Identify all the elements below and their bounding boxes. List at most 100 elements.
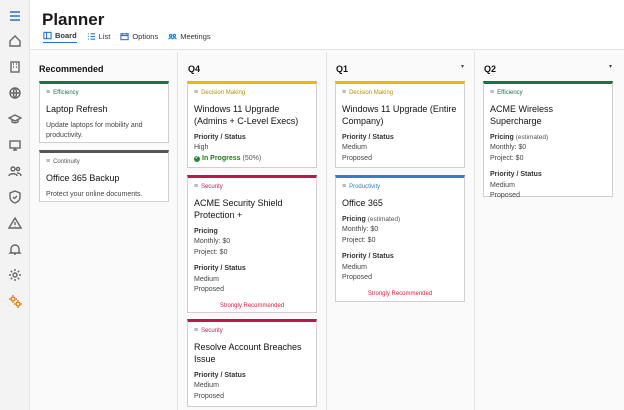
building-icon[interactable] — [7, 59, 23, 75]
pricing-project: Project: $0 — [194, 248, 228, 256]
drag-handle-icon: ≡ — [46, 158, 51, 165]
status-in-progress: ✓ In Progress (50%) — [194, 154, 262, 163]
card-laptop-refresh[interactable]: ≡ Efficiency Laptop Refresh Update laptop… — [39, 81, 169, 143]
category-tag: ≡ Decision Making — [342, 88, 458, 99]
card-acme-wireless-supercharge[interactable]: ≡ Efficiency ACME Wireless Supercharge Pr… — [483, 81, 613, 199]
card-title: Resolve Account Breaches Issue — [194, 341, 302, 364]
pricing-monthly: Monthly: $0 — [490, 144, 527, 152]
gear-icon[interactable] — [7, 267, 23, 283]
priority-status-label: Priority / Status — [342, 253, 394, 261]
card-office-365-backup[interactable]: ≡ Continuity Office 365 Backup Protect yo… — [39, 150, 169, 202]
warning-icon[interactable] — [7, 215, 23, 231]
priority-status-label: Priority / Status — [490, 171, 542, 179]
bell-icon[interactable] — [7, 241, 23, 257]
tab-list[interactable]: List — [87, 31, 111, 43]
globe-icon[interactable] — [7, 85, 23, 101]
column-divider — [326, 52, 327, 410]
status-value: Proposed — [342, 154, 372, 162]
tab-list-label: List — [98, 31, 111, 41]
priority-value: Medium — [194, 382, 219, 390]
home-icon[interactable] — [7, 33, 23, 49]
drag-handle-icon: ≡ — [194, 89, 199, 96]
tab-options-label: Options — [132, 31, 159, 41]
pricing-label: Pricing (estimated) — [342, 215, 401, 223]
drag-handle-icon: ≡ — [342, 183, 347, 190]
card-acme-security-shield[interactable]: ≡ Security ACME Security Shield Protectio… — [187, 175, 317, 313]
column-divider — [177, 52, 178, 410]
card-description: Protect your online documents. — [46, 190, 143, 198]
page-header: Planner Board List Options Meetings — [30, 0, 624, 50]
column-header-q4: Q4 — [188, 64, 201, 74]
priority-value: Medium — [194, 275, 219, 283]
card-title: Office 365 Backup — [46, 172, 120, 183]
pricing-project: Project: $0 — [342, 236, 376, 244]
drag-handle-icon: ≡ — [194, 327, 199, 334]
column-header-q1: Q1 — [336, 64, 349, 74]
pricing-label: Pricing (estimated) — [490, 133, 549, 141]
priority-status-label: Priority / Status — [194, 371, 246, 379]
tab-board[interactable]: Board — [43, 31, 77, 43]
menu-icon[interactable] — [7, 8, 23, 24]
meetings-icon — [168, 33, 177, 39]
priority-value: Medium — [342, 144, 367, 152]
drag-handle-icon: ≡ — [490, 89, 495, 96]
status-value: Proposed — [342, 274, 372, 282]
pricing-label: Pricing — [194, 227, 218, 235]
column-divider — [474, 52, 475, 410]
card-office-365[interactable]: ≡ Productivity Office 365 Pricing (estima… — [335, 175, 465, 302]
board-icon — [43, 31, 52, 40]
people-icon[interactable] — [7, 163, 23, 179]
chevron-down-icon[interactable]: ▾ — [461, 63, 464, 70]
shield-icon[interactable] — [7, 189, 23, 205]
drag-handle-icon: ≡ — [46, 89, 51, 96]
category-tag: ≡ Decision Making — [194, 88, 310, 99]
category-tag: ≡ Continuity — [46, 157, 162, 168]
settings-active-icon[interactable] — [7, 293, 23, 309]
status-value: Proposed — [194, 392, 224, 400]
priority-value: High — [194, 144, 209, 152]
card-windows-11-upgrade-company[interactable]: ≡ Decision Making Windows 11 Upgrade (Ent… — [335, 81, 465, 168]
category-tag: ≡ Security — [194, 182, 310, 193]
strongly-recommended-badge: Strongly Recommended — [219, 302, 285, 309]
page-title: Planner — [42, 10, 105, 29]
tab-meetings[interactable]: Meetings — [168, 31, 211, 43]
status-value: Proposed — [194, 286, 224, 294]
card-title: ACME Wireless Supercharge — [490, 103, 554, 126]
pricing-project: Project: $0 — [490, 154, 524, 162]
priority-value: Medium — [342, 263, 367, 271]
drag-handle-icon: ≡ — [342, 89, 347, 96]
monitor-icon[interactable] — [7, 137, 23, 153]
card-title: Windows 11 Upgrade (Admins + C-Level Exe… — [194, 103, 299, 126]
card-title: Windows 11 Upgrade (Entire Company) — [342, 103, 457, 126]
pricing-monthly: Monthly: $0 — [194, 238, 231, 246]
category-tag: ≡ Efficiency — [46, 88, 162, 99]
status-value: Proposed — [490, 192, 520, 200]
tab-meetings-label: Meetings — [180, 31, 211, 41]
view-tabs: Board List Options Meetings — [43, 31, 211, 43]
tab-board-label: Board — [55, 31, 77, 40]
card-description: Update laptops for mobility and producti… — [46, 121, 143, 140]
priority-value: Medium — [490, 181, 515, 189]
category-tag: ≡ Security — [194, 326, 310, 337]
column-header-recommended: Recommended — [39, 64, 104, 74]
drag-handle-icon: ≡ — [194, 183, 199, 190]
tab-options[interactable]: Options — [120, 31, 158, 43]
list-icon — [87, 32, 95, 40]
left-nav-rail — [0, 0, 30, 410]
chevron-down-icon[interactable]: ▾ — [609, 63, 612, 70]
priority-status-label: Priority / Status — [194, 133, 246, 141]
pricing-monthly: Monthly: $0 — [342, 226, 379, 234]
card-windows-11-upgrade-admins[interactable]: ≡ Decision Making Windows 11 Upgrade (Adm… — [187, 81, 317, 168]
card-resolve-account-breaches[interactable]: ≡ Security Resolve Account Breaches Issue… — [187, 319, 317, 407]
options-icon — [120, 32, 129, 40]
column-header-q2: Q2 — [484, 64, 497, 74]
priority-status-label: Priority / Status — [194, 265, 246, 273]
card-title: ACME Security Shield Protection + — [194, 197, 283, 220]
check-circle-icon: ✓ — [194, 155, 200, 163]
strongly-recommended-badge: Strongly Recommended — [367, 290, 433, 297]
category-tag: ≡ Efficiency — [490, 88, 606, 99]
card-title: Laptop Refresh — [46, 103, 108, 114]
priority-status-label: Priority / Status — [342, 133, 394, 141]
card-title: Office 365 — [342, 197, 383, 208]
graduation-cap-icon[interactable] — [7, 111, 23, 127]
